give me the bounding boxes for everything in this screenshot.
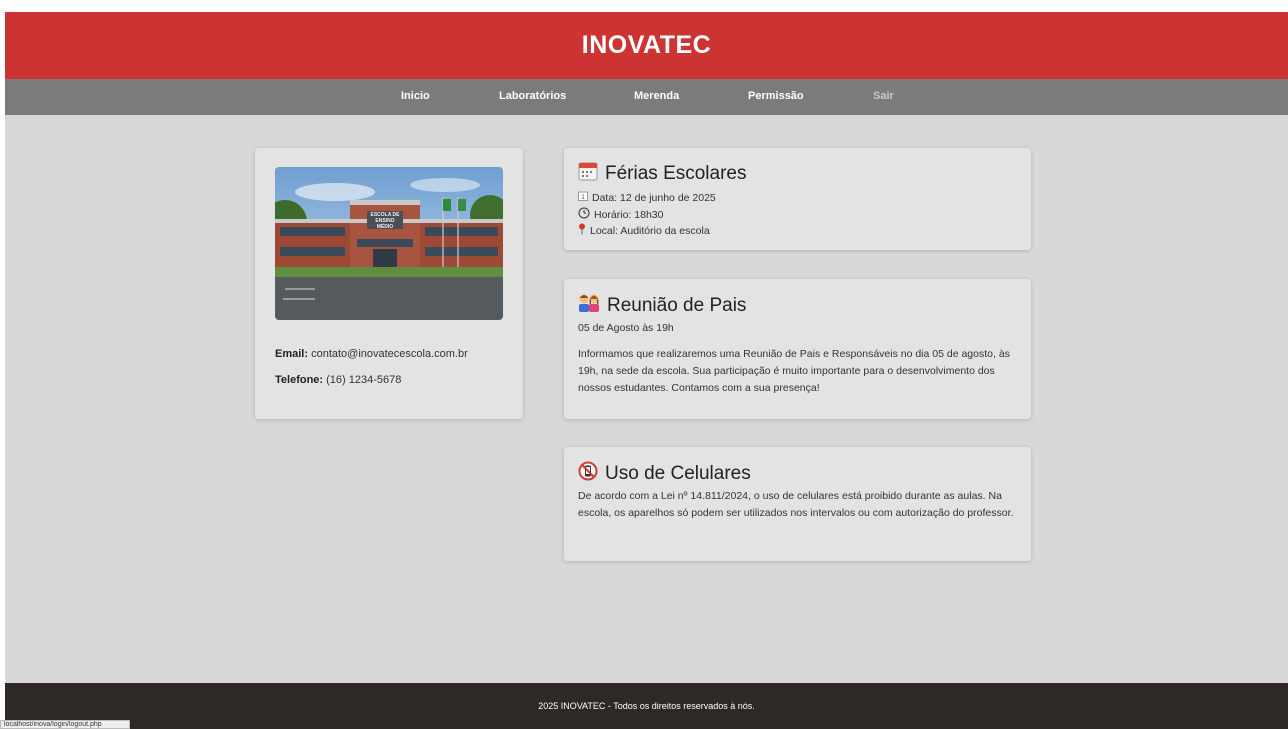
phone-label: Telefone: [275, 374, 324, 386]
pin-icon [578, 223, 586, 238]
site-header: INOVATEC [5, 12, 1288, 79]
event-date-line: 1 Data: 12 de junho de 2025 [578, 191, 716, 204]
footer-text: 2025 INOVATEC - Todos os direitos reserv… [538, 701, 755, 711]
school-building-image: ESCOLA DE ENSINO MÉDIO [275, 167, 503, 320]
event-subtitle-reuniao: 05 de Agosto às 19h [578, 322, 674, 334]
school-sign-text: ESCOLA DE ENSINO MÉDIO [370, 212, 400, 230]
main-nav: Inicio Laboratórios Merenda Permissão Sa… [5, 79, 1288, 115]
email-label: Email: [275, 348, 309, 360]
event-title-celulares: Uso de Celulares [578, 461, 751, 487]
email-line: Email: contato@inovatecescola.com.br [275, 348, 468, 360]
nav-item-permissao[interactable]: Permissão [748, 90, 804, 102]
phone-line: Telefone: (16) 1234-5678 [275, 374, 401, 386]
nav-item-inicio[interactable]: Inicio [401, 90, 430, 102]
email-value: contato@inovatecescola.com.br [311, 348, 468, 360]
clock-icon [578, 207, 590, 222]
site-footer: 2025 INOVATEC - Todos os direitos reserv… [5, 683, 1288, 729]
event-location-line: Local: Auditório da escola [578, 223, 710, 238]
event-body-celulares: De acordo com a Lei nº 14.811/2024, o us… [578, 490, 1014, 519]
phone-value: (16) 1234-5678 [326, 374, 402, 386]
page-frame: INOVATEC Inicio Laboratórios Merenda Per… [5, 12, 1288, 729]
event-body-reuniao: Informamos que realizaremos uma Reunião … [578, 348, 1010, 394]
svg-text:1: 1 [581, 194, 585, 201]
nav-item-laboratorios[interactable]: Laboratórios [499, 90, 566, 102]
calendar-icon [578, 161, 598, 187]
no-phone-icon [578, 461, 598, 487]
status-bar-url: localhost/inova/login/logout.php [0, 720, 130, 729]
school-info-card: ESCOLA DE ENSINO MÉDIO Email: contato@in… [255, 148, 523, 419]
event-title-ferias: Férias Escolares [578, 161, 747, 187]
date-icon: 1 [578, 191, 588, 204]
event-card-reuniao: Reunião de Pais 05 de Agosto às 19h Info… [564, 279, 1031, 419]
nav-item-merenda[interactable]: Merenda [634, 90, 679, 102]
nav-item-sair[interactable]: Sair [873, 90, 894, 102]
event-card-ferias: Férias Escolares 1 Data: 12 de junho de … [564, 148, 1031, 250]
event-time-line: Horário: 18h30 [578, 207, 663, 222]
site-title: INOVATEC [581, 31, 712, 59]
event-title-reuniao: Reunião de Pais [578, 293, 746, 319]
family-icon [578, 293, 600, 319]
event-card-celulares: Uso de Celulares De acordo com a Lei nº … [564, 447, 1031, 561]
